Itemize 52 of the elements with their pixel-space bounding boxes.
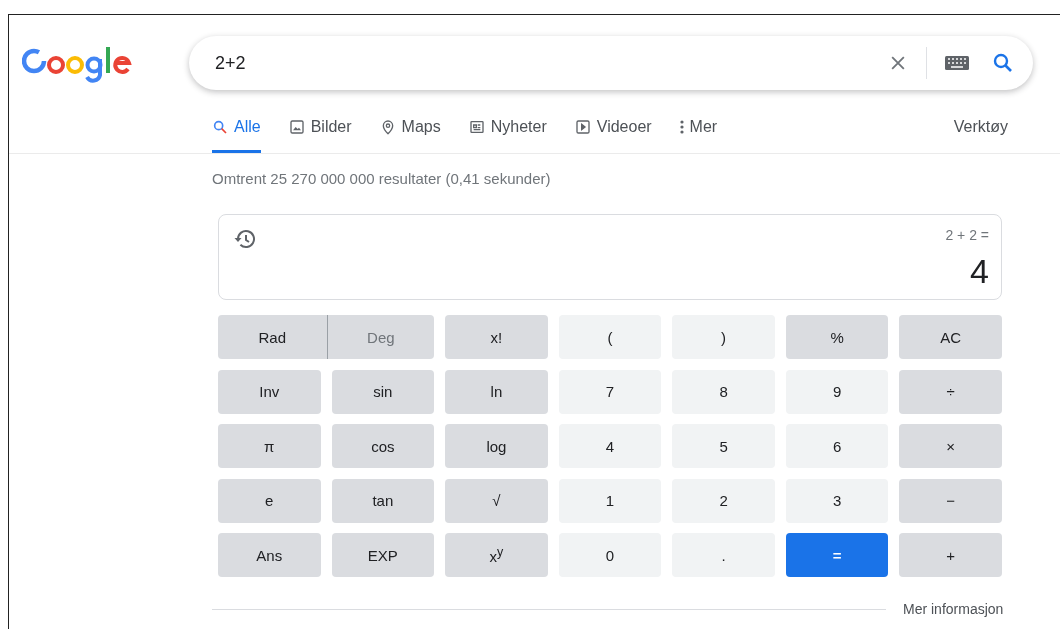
calculator-key[interactable]: √ [445,478,548,523]
calculator-key[interactable]: . [672,533,775,577]
calculator-key[interactable]: − [899,478,1002,523]
tab[interactable]: Bilder [288,101,352,153]
calculator-key[interactable]: 4 [558,424,662,468]
tab[interactable]: Mer [679,101,718,153]
calculator-key[interactable]: tan [331,478,435,523]
calculator-key[interactable]: 8 [672,369,775,414]
search-input[interactable]: 2+2 [213,51,870,75]
calculator-key[interactable]: π [218,424,321,468]
calculator-key[interactable]: e [218,478,321,523]
calculator-key[interactable]: 9 [785,369,889,414]
calculator-key[interactable]: AC [899,315,1002,359]
calculator-key[interactable]: x$^{y}$ [445,533,548,577]
calculator-key[interactable]: x! [445,315,548,359]
calculator-key[interactable]: Ans [218,533,321,577]
calculator-key[interactable]: ln [445,369,548,414]
calculator-key[interactable]: × [899,424,1002,468]
calculator-key[interactable]: ( [558,315,662,359]
more-info-link[interactable]: Mer informasjon [903,601,1004,617]
calculator-key[interactable]: % [785,315,889,359]
calculator-expression: 2 + 2 = [945,227,989,243]
calculator-key[interactable]: EXP [331,533,435,577]
search-icon [212,119,228,135]
angle-mode-option[interactable]: Rad [218,315,327,359]
calculator-key[interactable]: 0 [558,533,662,577]
calculator-key[interactable]: + [899,533,1002,577]
image-icon [288,119,305,135]
calculator-key[interactable]: sin [331,369,435,414]
calculator-key[interactable]: ) [672,315,775,359]
calculator-key[interactable]: 2 [672,478,775,523]
calculator-key[interactable]: 6 [785,424,889,468]
calculator-key[interactable]: 1 [558,478,662,523]
result-stats: Omtrent 25 270 000 000 resultater (0,41 sekunder) [211,169,552,187]
tab[interactable]: Videoer [574,101,652,153]
tab[interactable]: Nyheter [468,101,547,153]
calculator-result: 4 [970,252,989,291]
dots-icon [679,119,684,135]
tab[interactable]: Alle [212,101,261,153]
history-icon[interactable] [233,227,257,251]
newspaper-icon [468,119,485,135]
calculator-key[interactable]: 7 [558,369,662,414]
calculator-key[interactable]: 5 [672,424,775,468]
tab[interactable]: Maps [379,101,441,153]
tools-link[interactable]: Verktøy [953,101,1008,153]
calculator-key[interactable]: ÷ [899,369,1002,414]
calculator-key[interactable]: Inv [218,369,321,414]
calculator-key[interactable]: cos [331,424,435,468]
calculator-key[interactable]: = [785,533,889,577]
play-icon [574,119,591,135]
calculator-key[interactable]: log [445,424,548,468]
calculator-key[interactable]: 3 [785,478,889,523]
